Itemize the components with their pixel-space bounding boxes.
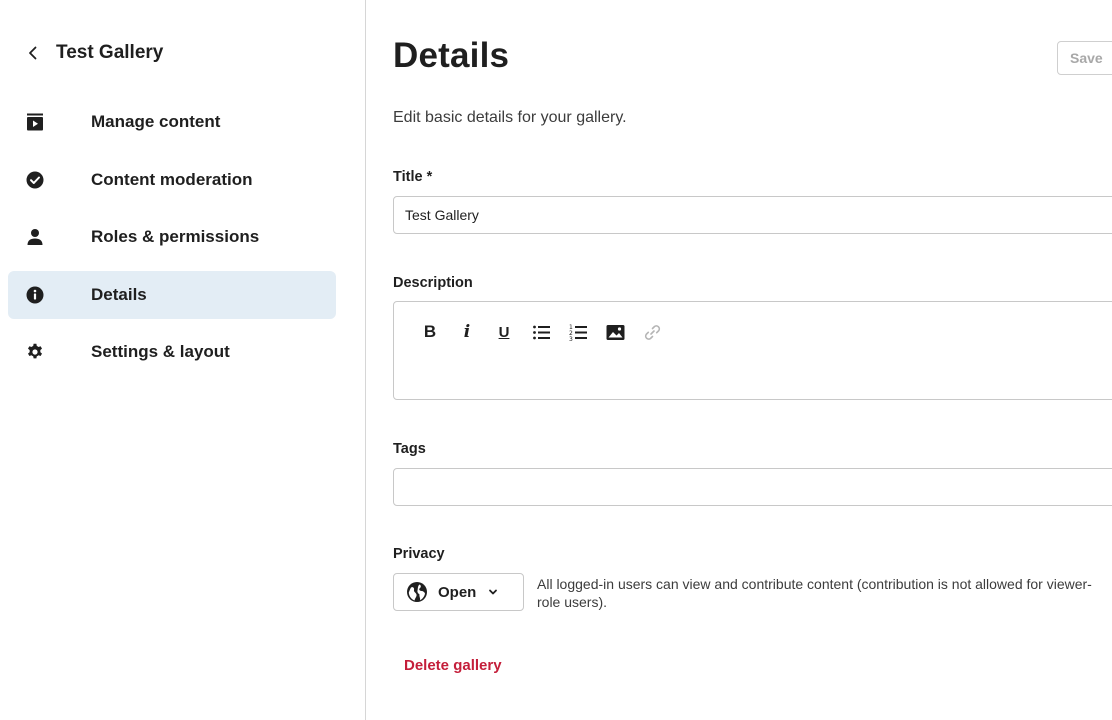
- numbered-list-icon[interactable]: 123: [566, 320, 590, 344]
- sidebar-item-label: Details: [91, 284, 147, 304]
- page-subtitle: Edit basic details for your gallery.: [393, 109, 627, 126]
- back-link[interactable]: Test Gallery: [26, 42, 163, 64]
- chevron-down-icon: [489, 589, 498, 595]
- sidebar-nav: Manage content Content moderation Roles …: [8, 98, 336, 386]
- globe-icon: [407, 582, 427, 602]
- sidebar-item-details[interactable]: Details: [8, 270, 336, 319]
- info-icon: [25, 285, 45, 305]
- sidebar-item-label: Content moderation: [91, 169, 253, 189]
- sidebar-item-settings-layout[interactable]: Settings & layout: [8, 328, 336, 376]
- video-icon: [25, 112, 45, 132]
- privacy-description: All logged-in users can view and contrib…: [537, 576, 1092, 610]
- title-label: Title *: [393, 169, 433, 185]
- editor-toolbar: B i U 123: [418, 320, 677, 344]
- title-input[interactable]: [393, 196, 1112, 234]
- delete-gallery-link[interactable]: Delete gallery: [404, 657, 502, 674]
- underline-button[interactable]: U: [492, 320, 516, 344]
- page-title: Details: [393, 36, 510, 75]
- sidebar: Test Gallery Manage content Content mode…: [0, 0, 366, 720]
- link-icon[interactable]: [640, 320, 664, 344]
- privacy-value: Open: [438, 583, 477, 601]
- italic-button[interactable]: i: [455, 320, 479, 344]
- sidebar-item-roles-permissions[interactable]: Roles & permissions: [8, 213, 336, 261]
- gallery-name: Test Gallery: [56, 42, 164, 63]
- chevron-left-icon: [29, 46, 37, 60]
- description-label: Description: [393, 275, 473, 291]
- privacy-dropdown[interactable]: Open: [393, 573, 524, 611]
- description-editor[interactable]: B i U 123: [393, 301, 1112, 400]
- sidebar-item-content-moderation[interactable]: Content moderation: [8, 156, 336, 204]
- sidebar-item-manage-content[interactable]: Manage content: [8, 98, 336, 146]
- gear-icon: [25, 342, 45, 362]
- person-icon: [25, 227, 45, 247]
- sidebar-item-label: Settings & layout: [91, 342, 230, 361]
- sidebar-item-label: Manage content: [91, 112, 221, 131]
- sidebar-item-label: Roles & permissions: [91, 227, 260, 246]
- check-circle-icon: [25, 170, 45, 190]
- save-button[interactable]: Save: [1057, 41, 1112, 75]
- tags-label: Tags: [393, 441, 426, 457]
- tags-input[interactable]: [393, 468, 1112, 506]
- svg-text:3: 3: [569, 336, 573, 342]
- bullet-list-icon[interactable]: [529, 320, 553, 344]
- details-panel: Details Save Edit basic details for your…: [393, 0, 1112, 720]
- image-icon[interactable]: [603, 320, 627, 344]
- bold-button[interactable]: B: [418, 320, 442, 344]
- privacy-label: Privacy: [393, 546, 445, 562]
